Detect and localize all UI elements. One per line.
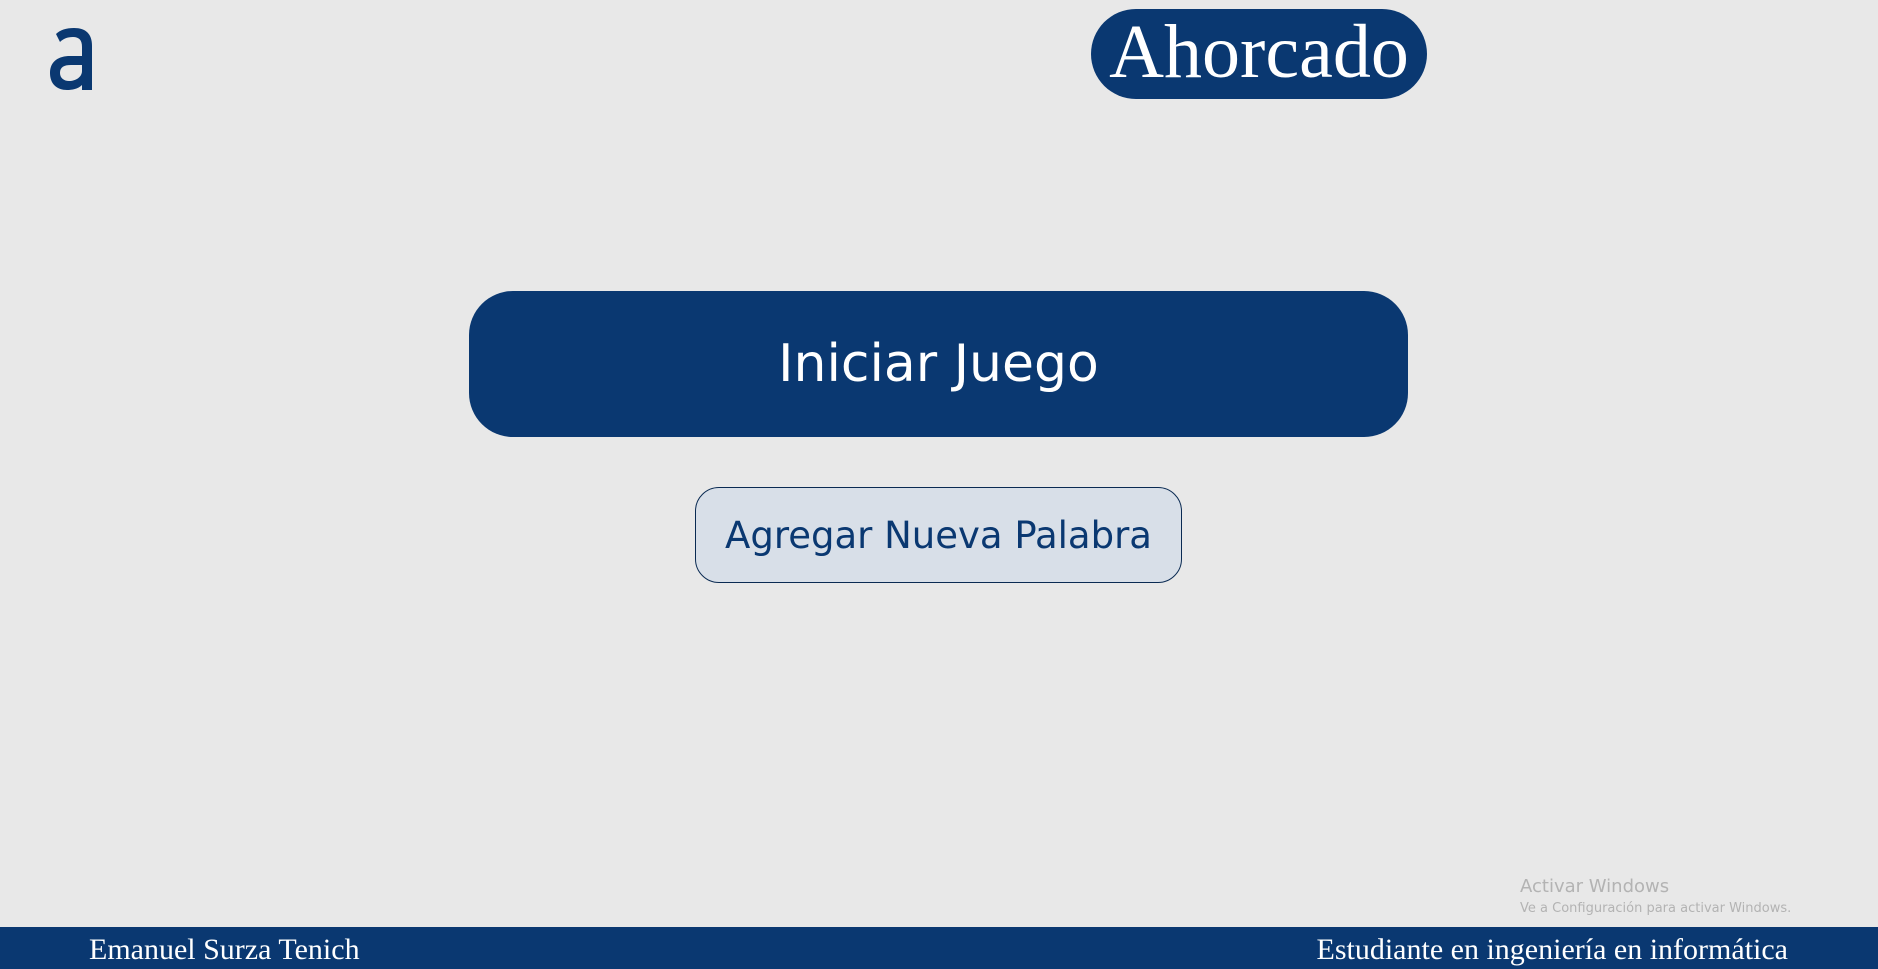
watermark-title: Activar Windows [1520,876,1670,897]
footer-role: Estudiante en ingeniería en informática [1316,933,1788,966]
alura-logo-icon [50,28,98,90]
footer-author: Emanuel Surza Tenich [89,933,360,966]
footer: Emanuel Surza Tenich Estudiante en ingen… [0,927,1878,969]
add-word-button[interactable]: Agregar Nueva Palabra [695,487,1182,583]
title-badge: Ahorcado [1091,9,1427,99]
start-game-button[interactable]: Iniciar Juego [469,291,1408,437]
watermark-subtitle: Ve a Configuración para activar Windows. [1520,901,1792,916]
windows-activation-watermark: Activar Windows Ve a Configuración para … [1520,876,1791,918]
page-title: Ahorcado [1109,10,1409,94]
